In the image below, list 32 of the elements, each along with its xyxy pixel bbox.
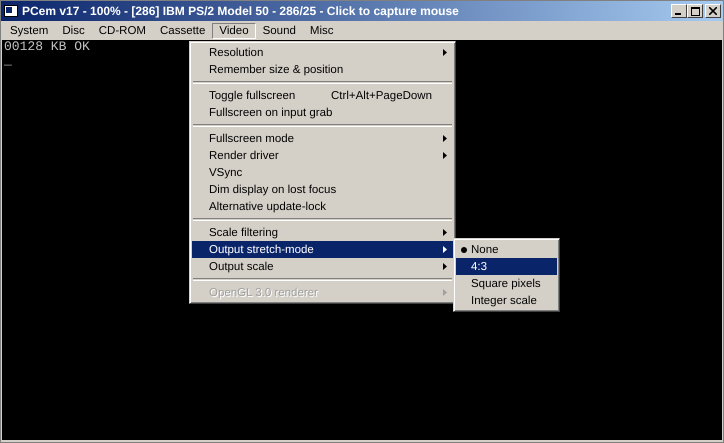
menu-bar-item[interactable]: Cassette	[153, 22, 212, 38]
menu-item[interactable]: 4:3	[456, 258, 557, 275]
maximize-button[interactable]	[687, 4, 703, 18]
menu-bar-item[interactable]: CD-ROM	[92, 22, 153, 38]
maximize-icon	[690, 6, 700, 16]
menu-item[interactable]: Remember size & position	[192, 61, 453, 78]
menu-item[interactable]: Resolution	[192, 44, 453, 61]
menu-item[interactable]: Dim display on lost focus	[192, 181, 453, 198]
window-title: PCem v17 - 100% - [286] IBM PS/2 Model 50 - 286/25 - Click to capture mouse	[22, 4, 460, 18]
menu-item[interactable]: Render driver	[192, 147, 453, 164]
screen-text: 00128 KB OK	[4, 40, 90, 54]
menu-bar-item[interactable]: Misc	[302, 22, 341, 38]
menu-bar-item[interactable]: System	[3, 22, 56, 38]
menu-item[interactable]: None	[456, 241, 557, 258]
screen-text: _	[4, 54, 12, 68]
menu-item[interactable]: Output scale	[192, 258, 453, 275]
menu-bar-item[interactable]: Video	[212, 22, 256, 38]
menu-item[interactable]: Fullscreen mode	[192, 130, 453, 147]
menu-item[interactable]: VSync	[192, 164, 453, 181]
menu-item[interactable]: Toggle fullscreen Ctrl+Alt+PageDown	[192, 87, 453, 104]
menu-item[interactable]: Square pixels	[456, 275, 557, 292]
menu-item[interactable]: Scale filtering	[192, 224, 453, 241]
menu-bar-item[interactable]: Sound	[256, 22, 303, 38]
menu-item[interactable]: Output stretch-mode	[192, 241, 453, 258]
menu-item[interactable]: Alternative update-lock	[192, 198, 453, 215]
menu-item[interactable]: Fullscreen on input grab	[192, 104, 453, 121]
close-button[interactable]	[705, 4, 721, 18]
monitor-icon	[4, 4, 18, 18]
minimize-button[interactable]	[671, 4, 687, 18]
close-icon	[709, 7, 717, 15]
menu-bar-item[interactable]: Disc	[55, 22, 92, 38]
menu-item[interactable]: Integer scale	[456, 292, 557, 309]
